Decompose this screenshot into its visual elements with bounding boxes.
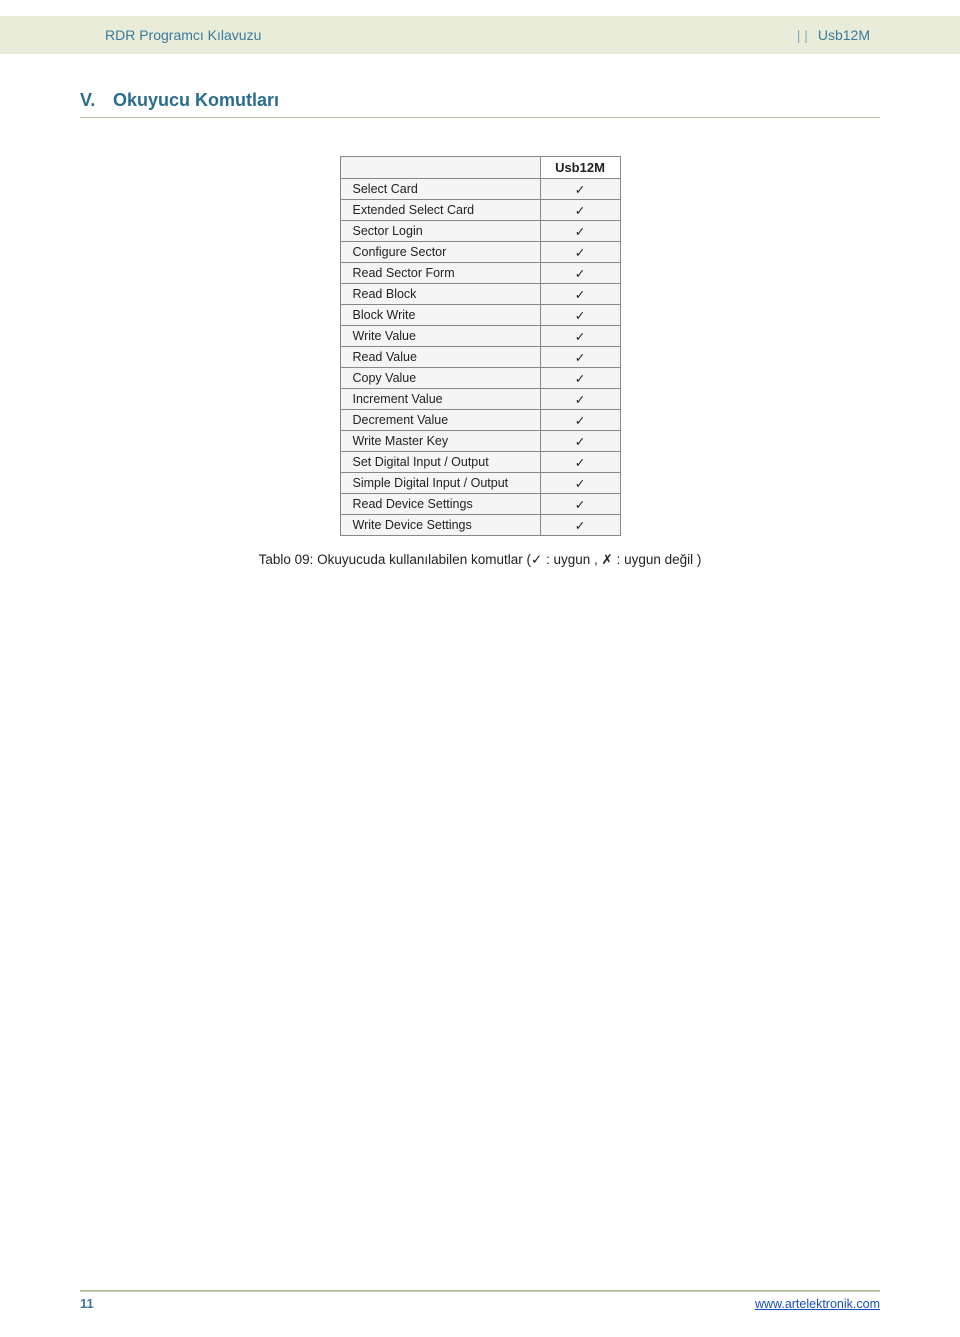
check-icon: ✓: [540, 179, 620, 200]
table-row: Simple Digital Input / Output✓: [340, 473, 620, 494]
page-footer: 11 www.artelektronik.com: [80, 1290, 880, 1311]
table-header-blank: [340, 157, 540, 179]
command-label: Sector Login: [340, 221, 540, 242]
header-right-group: | | Usb12M: [797, 27, 870, 43]
command-label: Block Write: [340, 305, 540, 326]
check-icon: ✓: [540, 326, 620, 347]
section-title-text: Okuyucu Komutları: [113, 90, 279, 110]
table-row: Read Device Settings✓: [340, 494, 620, 515]
header-title: RDR Programcı Kılavuzu: [105, 27, 261, 43]
section-heading: V. Okuyucu Komutları: [80, 90, 880, 118]
header-device: Usb12M: [818, 27, 870, 43]
table-row: Set Digital Input / Output✓: [340, 452, 620, 473]
check-icon: ✓: [540, 347, 620, 368]
check-icon: ✓: [540, 473, 620, 494]
command-label: Extended Select Card: [340, 200, 540, 221]
check-icon: ✓: [540, 389, 620, 410]
footer-rule: [80, 1290, 880, 1292]
command-label: Configure Sector: [340, 242, 540, 263]
header-separator: | |: [797, 27, 808, 43]
check-icon: ✓: [540, 305, 620, 326]
table-row: Copy Value✓: [340, 368, 620, 389]
command-label: Decrement Value: [340, 410, 540, 431]
command-label: Read Block: [340, 284, 540, 305]
table-row: Select Card✓: [340, 179, 620, 200]
check-icon: ✓: [540, 200, 620, 221]
check-icon: ✓: [540, 263, 620, 284]
table-row: Read Sector Form✓: [340, 263, 620, 284]
table-row: Sector Login✓: [340, 221, 620, 242]
table-row: Write Value✓: [340, 326, 620, 347]
page-header: RDR Programcı Kılavuzu | | Usb12M: [0, 16, 960, 54]
table-row: Configure Sector✓: [340, 242, 620, 263]
footer-link[interactable]: www.artelektronik.com: [755, 1291, 880, 1311]
check-icon: ✓: [540, 221, 620, 242]
check-icon: ✓: [540, 242, 620, 263]
check-icon: ✓: [540, 284, 620, 305]
table-caption: Tablo 09: Okuyucuda kullanılabilen komut…: [80, 552, 880, 568]
table-row: Write Device Settings✓: [340, 515, 620, 536]
command-label: Increment Value: [340, 389, 540, 410]
check-icon: ✓: [540, 494, 620, 515]
check-icon: ✓: [540, 431, 620, 452]
table-row: Read Block✓: [340, 284, 620, 305]
page-number: 11: [80, 1290, 94, 1311]
section-number: V.: [80, 90, 108, 111]
command-label: Set Digital Input / Output: [340, 452, 540, 473]
command-label: Simple Digital Input / Output: [340, 473, 540, 494]
command-label: Read Device Settings: [340, 494, 540, 515]
table-container: Usb12M Select Card✓Extended Select Card✓…: [80, 156, 880, 536]
check-icon: ✓: [540, 410, 620, 431]
command-label: Copy Value: [340, 368, 540, 389]
check-icon: ✓: [540, 452, 620, 473]
command-label: Write Value: [340, 326, 540, 347]
table-row: Decrement Value✓: [340, 410, 620, 431]
table-header-device: Usb12M: [540, 157, 620, 179]
table-row: Write Master Key✓: [340, 431, 620, 452]
command-label: Select Card: [340, 179, 540, 200]
command-label: Write Master Key: [340, 431, 540, 452]
command-label: Read Value: [340, 347, 540, 368]
table-row: Read Value✓: [340, 347, 620, 368]
check-icon: ✓: [540, 368, 620, 389]
table-row: Block Write✓: [340, 305, 620, 326]
command-label: Read Sector Form: [340, 263, 540, 284]
table-row: Extended Select Card✓: [340, 200, 620, 221]
content-area: V. Okuyucu Komutları Usb12M Select Card✓…: [80, 90, 880, 568]
check-icon: ✓: [540, 515, 620, 536]
commands-table: Usb12M Select Card✓Extended Select Card✓…: [340, 156, 621, 536]
table-row: Increment Value✓: [340, 389, 620, 410]
command-label: Write Device Settings: [340, 515, 540, 536]
